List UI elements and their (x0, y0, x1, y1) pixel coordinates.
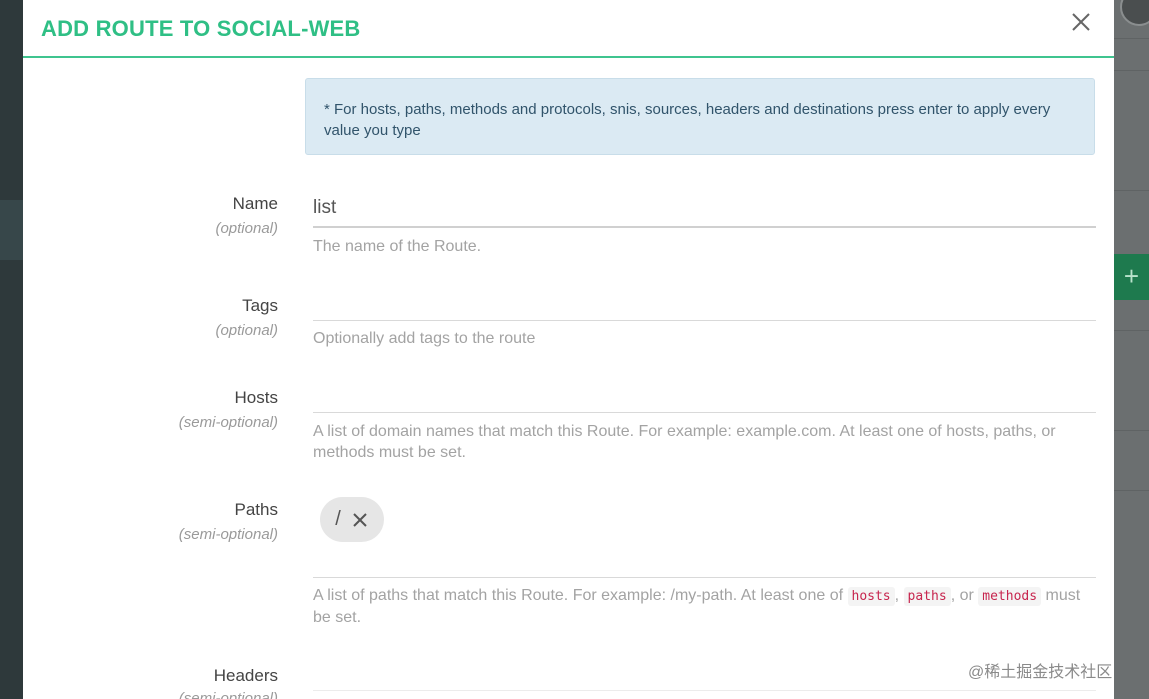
paths-help-sep2: , or (950, 587, 974, 604)
tags-input[interactable] (313, 292, 1096, 318)
path-chip-label: / (335, 508, 341, 530)
background-divider (1114, 330, 1149, 331)
name-label: Name (232, 194, 278, 213)
paths-label: Paths (234, 500, 278, 519)
hosts-label: Hosts (234, 388, 278, 407)
path-chip: / (320, 497, 384, 542)
background-left-panel (0, 0, 23, 699)
name-hint: (optional) (215, 220, 278, 237)
avatar (1120, 0, 1149, 26)
tags-hint: (optional) (215, 322, 278, 339)
modal-header: ADD ROUTE TO SOCIAL-WEB (23, 0, 1114, 58)
name-input[interactable] (313, 196, 1096, 220)
background-divider (1114, 70, 1149, 71)
tags-input-underline (313, 320, 1096, 321)
background-divider (1114, 190, 1149, 191)
modal-title: ADD ROUTE TO SOCIAL-WEB (41, 16, 361, 41)
hosts-help-text: A list of domain names that match this R… (313, 423, 1056, 461)
paths-help-text: A list of paths that match this Route. F… (313, 585, 1096, 628)
hosts-input-underline (313, 412, 1096, 413)
background-divider (1114, 490, 1149, 491)
hosts-hint: (semi-optional) (178, 414, 278, 431)
code-paths: paths (903, 587, 951, 606)
background-right-panel: + (1114, 0, 1149, 699)
close-icon[interactable] (1069, 10, 1093, 34)
paths-help-prefix: A list of paths that match this Route. F… (313, 587, 844, 604)
code-hosts: hosts (847, 587, 895, 606)
headers-input-underline (313, 690, 1096, 691)
info-notice-text: * For hosts, paths, methods and protocol… (324, 101, 1051, 139)
add-route-modal: ADD ROUTE TO SOCIAL-WEB * For hosts, pat… (23, 0, 1114, 699)
name-help-text: The name of the Route. (313, 238, 482, 255)
paths-hint: (semi-optional) (178, 526, 278, 543)
chip-remove-icon[interactable] (351, 511, 369, 529)
background-divider (1114, 38, 1149, 39)
headers-hint: (semi-optional) (178, 690, 278, 699)
code-methods: methods (978, 587, 1042, 606)
background-left-stripe (0, 200, 23, 260)
add-button: + (1114, 254, 1149, 300)
background-divider (1114, 430, 1149, 431)
tags-help-text: Optionally add tags to the route (313, 330, 536, 347)
tags-label: Tags (242, 296, 278, 315)
paths-input-underline (313, 577, 1096, 578)
paths-help-sep1: , (894, 587, 900, 604)
headers-label: Headers (213, 666, 278, 685)
watermark: @稀土掘金技术社区 (968, 664, 1113, 681)
name-input-underline (313, 226, 1096, 228)
hosts-input[interactable] (313, 384, 1096, 410)
info-notice: * For hosts, paths, methods and protocol… (305, 78, 1095, 155)
paths-input[interactable] (313, 548, 1096, 574)
